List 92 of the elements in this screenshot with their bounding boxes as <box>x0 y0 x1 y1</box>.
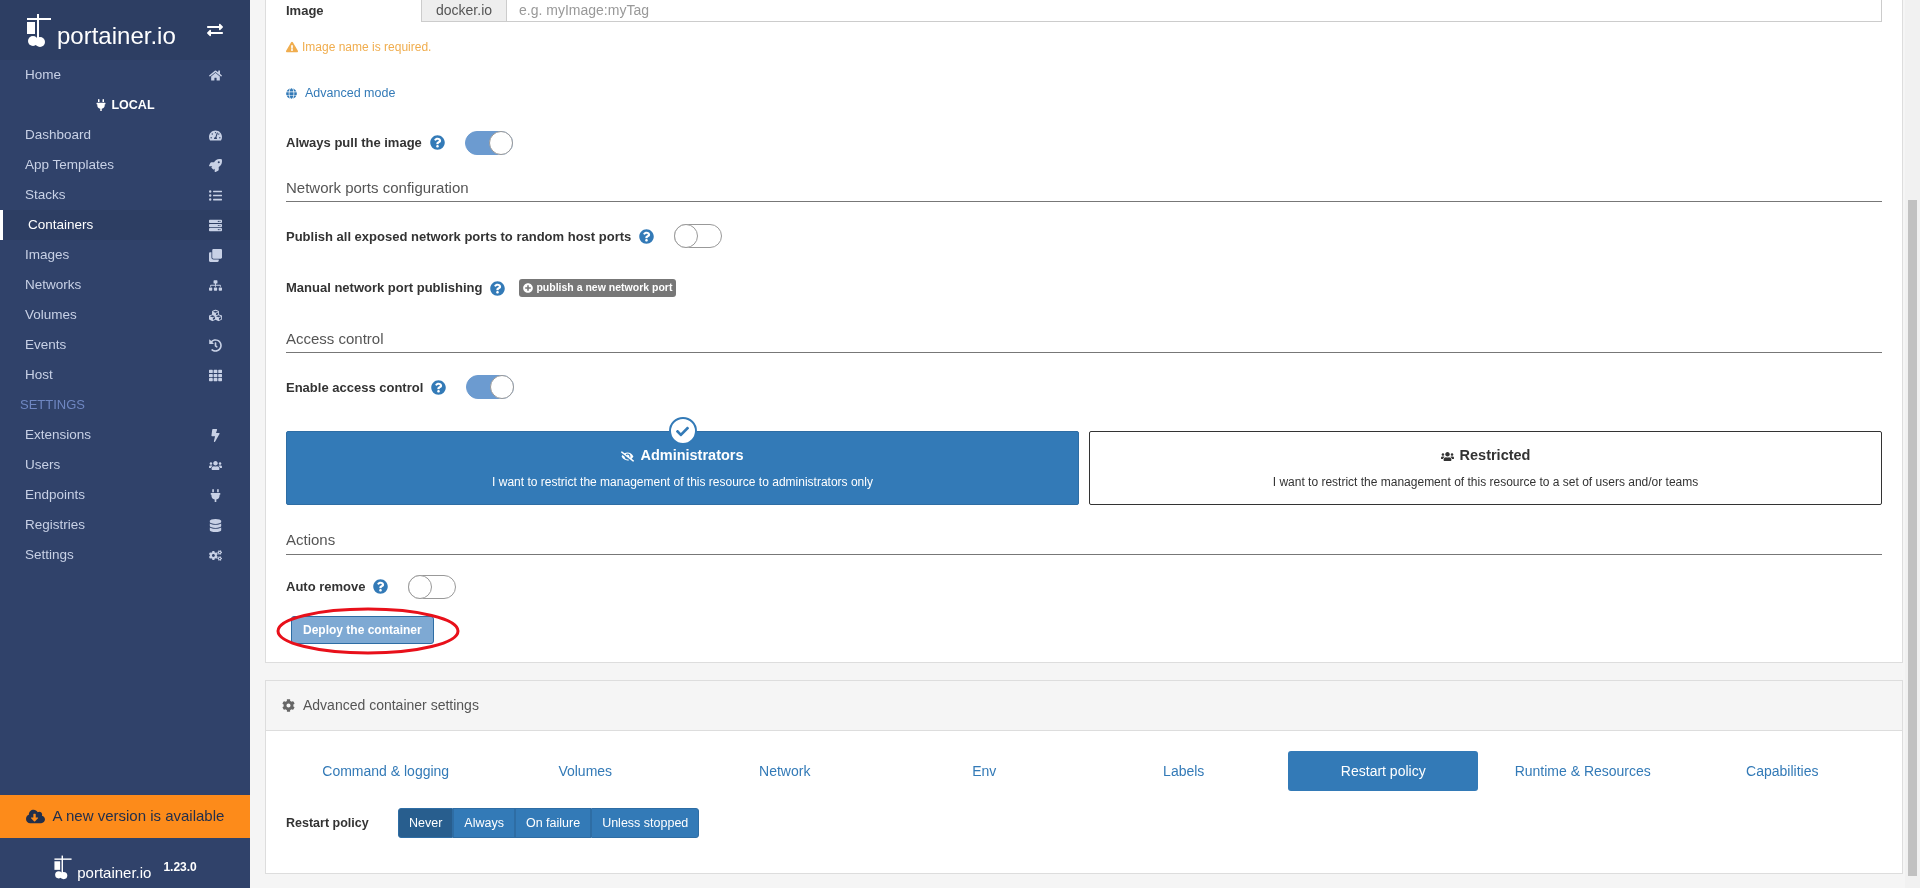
crane-logo-icon <box>53 854 74 880</box>
image-input-group[interactable]: docker.io e.g. myImage:myTag <box>421 0 1882 22</box>
help-icon[interactable] <box>373 579 389 595</box>
advanced-mode-link[interactable]: Advanced mode <box>286 84 396 103</box>
settings-tab[interactable]: Restart policy <box>1288 751 1479 791</box>
logo-text: portainer.io <box>57 24 176 48</box>
settings-tab[interactable]: Runtime & Resources <box>1500 751 1665 791</box>
toggle-label: Always pull the image <box>286 134 422 152</box>
globe-icon <box>286 87 297 99</box>
sidebar-item[interactable]: Registries <box>0 510 250 540</box>
users-icon <box>1440 449 1454 463</box>
sidebar-item[interactable]: Images <box>0 240 250 270</box>
sidebar-item[interactable]: Settings <box>0 540 250 570</box>
settings-tab[interactable]: Network <box>745 751 825 791</box>
toggle-label: Auto remove <box>286 578 366 596</box>
plug-icon <box>95 99 108 111</box>
registry-addon: docker.io <box>422 0 508 21</box>
section-heading: Network ports configuration <box>286 176 1882 203</box>
restart-option[interactable]: On failure <box>514 808 592 838</box>
access-option-card[interactable]: Administrators I want to restrict the management of this resource to administrators only <box>286 431 1079 506</box>
history-icon <box>209 338 222 352</box>
toggle-switch[interactable] <box>466 375 515 400</box>
cubes-icon <box>209 308 222 322</box>
eye-slash-icon <box>621 449 635 463</box>
help-icon[interactable] <box>431 379 447 395</box>
scrollbar[interactable] <box>1905 0 1920 888</box>
help-icon[interactable] <box>429 135 445 151</box>
warning-icon <box>286 41 298 53</box>
plus-icon <box>523 283 534 293</box>
error-message: Image name is required. <box>302 39 432 56</box>
copy-icon <box>209 248 222 262</box>
restart-option[interactable]: Always <box>453 808 515 838</box>
database-icon <box>209 518 222 532</box>
cloud-download-icon <box>25 807 45 826</box>
sidebar-item[interactable]: Home <box>0 60 250 90</box>
grid-icon <box>209 368 222 382</box>
endpoint-label: LOCAL <box>111 96 155 114</box>
logo-text: portainer.io <box>77 865 152 880</box>
sidebar-item[interactable]: Dashboard <box>0 120 250 150</box>
field-label: Manual network port publishing <box>286 279 483 298</box>
plug-icon <box>209 488 222 502</box>
home-icon <box>209 68 222 82</box>
bolt-icon <box>209 428 222 442</box>
sidebar-heading: SETTINGS <box>19 396 86 415</box>
gauge-icon <box>209 128 222 142</box>
crane-logo-icon <box>25 12 53 48</box>
option-title: Restricted <box>1459 446 1531 466</box>
sidebar-item[interactable]: Stacks <box>0 180 250 210</box>
toggle-label: Enable access control <box>286 378 424 397</box>
settings-tab[interactable]: Command & logging <box>308 751 464 791</box>
sidebar-item[interactable]: Host <box>0 360 250 390</box>
option-title: Administrators <box>640 446 744 466</box>
panel-title: Advanced container settings <box>303 696 479 715</box>
option-description: I want to restrict the management of this resource to a set of users and/or teams <box>1272 474 1699 492</box>
sidebar-item[interactable]: Volumes <box>0 300 250 330</box>
server-icon <box>209 218 222 232</box>
option-description: I want to restrict the management of this resource to administrators only <box>492 474 873 492</box>
sidebar-item[interactable]: App Templates <box>0 150 250 180</box>
section-heading: Actions <box>286 529 1882 555</box>
settings-icon <box>282 699 295 712</box>
restart-option[interactable]: Unless stopped <box>591 808 700 838</box>
sidebar-item[interactable]: Networks <box>0 270 250 300</box>
sitemap-icon <box>209 278 222 292</box>
toggle-switch[interactable] <box>674 224 723 249</box>
settings-tab[interactable]: Labels <box>1149 751 1219 791</box>
field-label: Restart policy <box>286 814 370 832</box>
image-name-input[interactable]: e.g. myImage:myTag <box>507 0 1881 21</box>
list-icon <box>209 188 222 202</box>
section-heading: Access control <box>286 327 1882 354</box>
sidebar-item[interactable]: Endpoints <box>0 480 250 510</box>
users-icon <box>209 458 222 472</box>
help-icon[interactable] <box>639 228 655 244</box>
sidebar-item[interactable]: Extensions <box>0 420 250 450</box>
swap-icon[interactable] <box>207 22 223 38</box>
restart-option[interactable]: Never <box>398 808 454 838</box>
help-icon[interactable] <box>490 280 506 296</box>
toggle-switch[interactable] <box>408 574 457 599</box>
settings-tab[interactable]: Volumes <box>544 751 627 791</box>
access-option-card[interactable]: Restricted I want to restrict the management of this resource to a set of users and/or teams <box>1089 431 1882 506</box>
publish-port-button[interactable]: publish a new network port <box>519 279 677 297</box>
sidebar-item[interactable]: Users <box>0 450 250 480</box>
rocket-icon <box>209 158 222 172</box>
sidebar-item[interactable]: Containers <box>0 210 250 240</box>
settings-tab[interactable]: Capabilities <box>1732 751 1833 791</box>
gears-icon <box>209 548 222 562</box>
update-banner[interactable]: A new version is available <box>0 795 250 838</box>
toggle-switch[interactable] <box>464 130 513 155</box>
sidebar-item[interactable]: Events <box>0 330 250 360</box>
toggle-label: Publish all exposed network ports to random host ports <box>286 227 632 246</box>
field-label: Image <box>286 2 325 21</box>
version-label: 1.23.0 <box>163 859 197 876</box>
settings-tab[interactable]: Env <box>958 751 1011 791</box>
